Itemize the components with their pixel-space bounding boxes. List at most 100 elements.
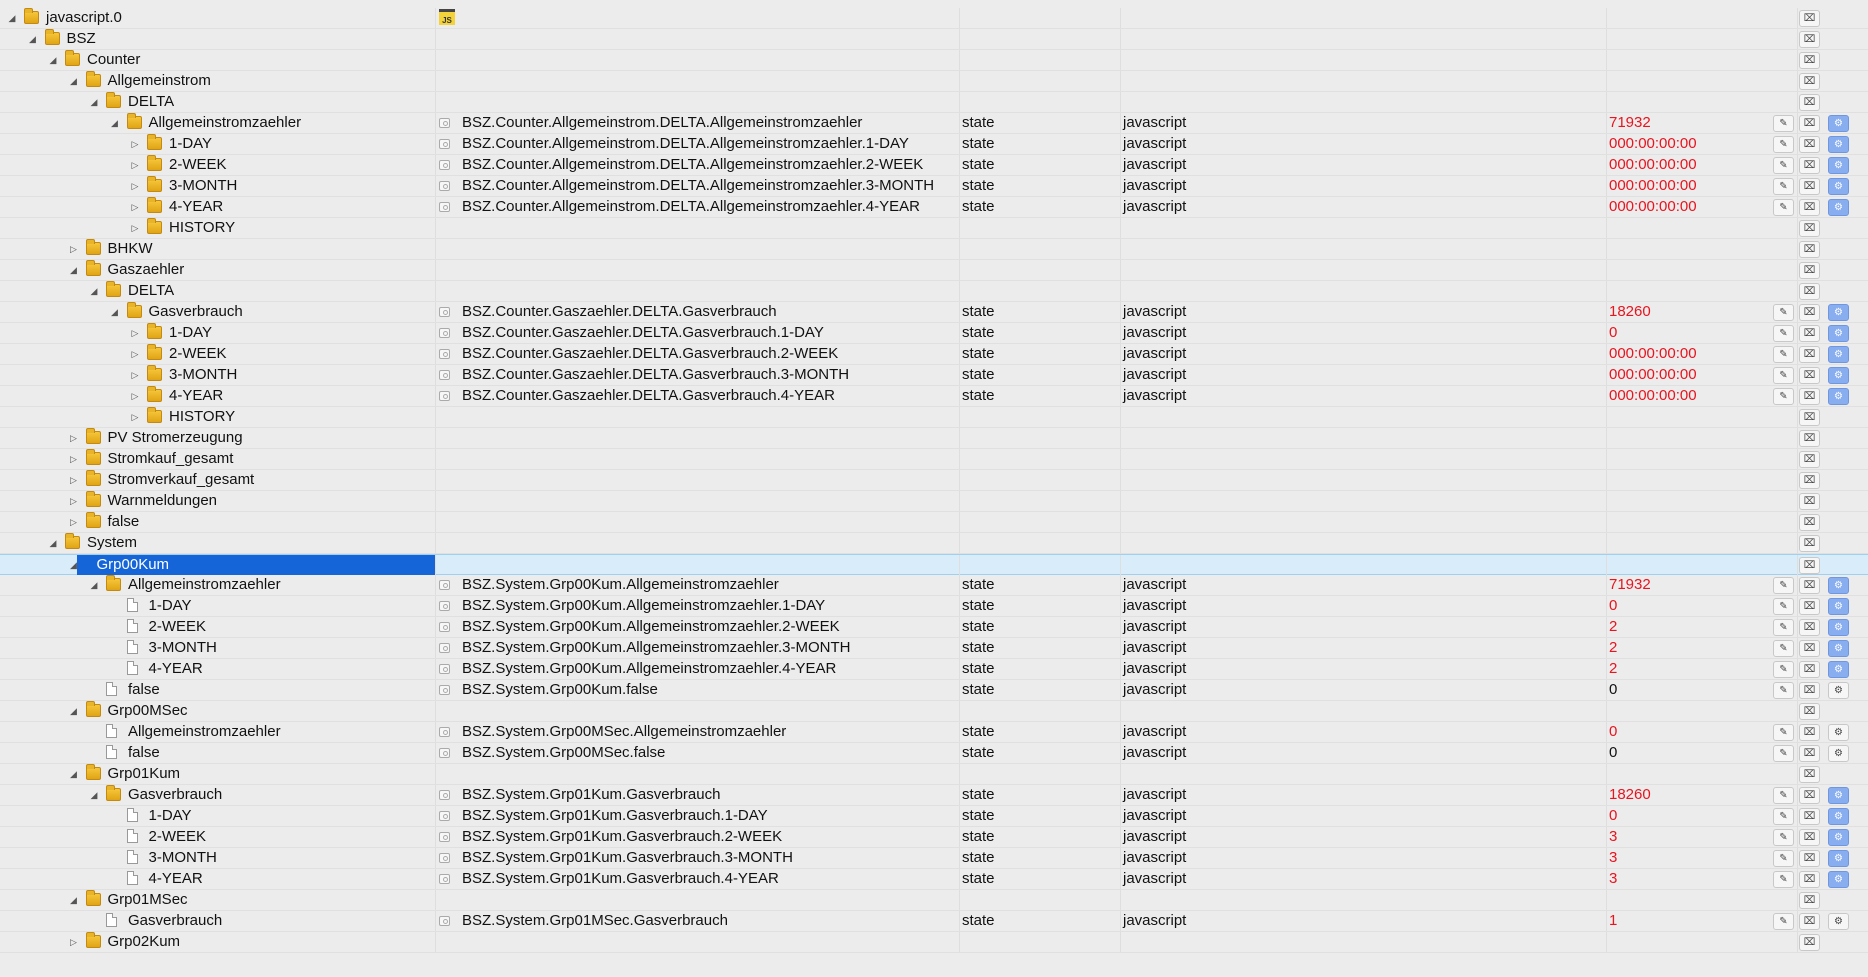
delete-button[interactable]: ⌧ <box>1799 472 1820 489</box>
state-row[interactable]: Allgemeinstromzaehler BSZ.System.Grp00MSe… <box>0 722 1868 743</box>
state-row[interactable]: ◢ Gasverbrauch BSZ.System.Grp01Kum.Gasverb… <box>0 785 1868 806</box>
folder-row[interactable]: ◢ DELTA ⌧ <box>0 92 1868 113</box>
tree-item-label[interactable]: 2-WEEK <box>169 155 227 175</box>
state-value[interactable]: 0 <box>1609 323 1617 343</box>
state-value[interactable]: 0 <box>1609 596 1617 616</box>
state-value[interactable]: 2 <box>1609 617 1617 637</box>
folder-row[interactable]: ▷ BHKW ⌧ <box>0 239 1868 260</box>
config-button[interactable]: ⚙ <box>1828 388 1849 405</box>
tree-item-label[interactable]: 2-WEEK <box>149 617 207 637</box>
folder-row[interactable]: ◢ BSZ ⌧ <box>0 29 1868 50</box>
state-row[interactable]: 2-WEEK BSZ.System.Grp01Kum.Gasverbrauch.2… <box>0 827 1868 848</box>
state-row[interactable]: ▷ 3-MONTH BSZ.Counter.Gaszaehler.DELTA.Gas… <box>0 365 1868 386</box>
collapse-toggle[interactable]: ◢ <box>47 533 59 553</box>
state-row[interactable]: 4-YEAR BSZ.System.Grp01Kum.Gasverbrauch.4… <box>0 869 1868 890</box>
state-row[interactable]: 2-WEEK BSZ.System.Grp00Kum.Allgemeinstrom… <box>0 617 1868 638</box>
tree-item-label[interactable]: HISTORY <box>169 218 235 238</box>
config-button[interactable]: ⚙ <box>1828 724 1849 741</box>
state-value[interactable]: 0 <box>1609 680 1617 700</box>
state-value[interactable]: 000:00:00:00 <box>1609 155 1697 175</box>
tree-item-label[interactable]: false <box>128 743 160 763</box>
state-value[interactable]: 0 <box>1609 743 1617 763</box>
delete-button[interactable]: ⌧ <box>1799 913 1820 930</box>
config-button[interactable]: ⚙ <box>1828 871 1849 888</box>
state-row[interactable]: 1-DAY BSZ.System.Grp01Kum.Gasverbrauch.1-… <box>0 806 1868 827</box>
delete-button[interactable]: ⌧ <box>1799 640 1820 657</box>
edit-button[interactable]: ✎ <box>1773 850 1794 867</box>
state-row[interactable]: ▷ 3-MONTH BSZ.Counter.Allgemeinstrom.DELTA… <box>0 176 1868 197</box>
tree-item-label[interactable]: Allgemeinstromzaehler <box>128 722 281 742</box>
tree-item-label[interactable]: Gaszaehler <box>108 260 185 280</box>
state-value[interactable]: 1 <box>1609 911 1617 931</box>
tree-item-label[interactable]: Grp01MSec <box>108 890 188 910</box>
collapse-toggle[interactable]: ◢ <box>68 764 80 784</box>
tree-item-label[interactable]: PV Stromerzeugung <box>108 428 243 448</box>
delete-button[interactable]: ⌧ <box>1799 73 1820 90</box>
delete-button[interactable]: ⌧ <box>1799 724 1820 741</box>
config-button[interactable]: ⚙ <box>1828 346 1849 363</box>
collapse-toggle[interactable]: ◢ <box>6 8 18 28</box>
tree-item-label[interactable]: false <box>128 680 160 700</box>
folder-row[interactable]: ▷ HISTORY ⌧ <box>0 407 1868 428</box>
tree-item-label[interactable]: 1-DAY <box>149 806 192 826</box>
edit-button[interactable]: ✎ <box>1773 199 1794 216</box>
tree-item-label[interactable]: Stromverkauf_gesamt <box>108 470 255 490</box>
tree-item-label[interactable]: 4-YEAR <box>169 197 223 217</box>
delete-button[interactable]: ⌧ <box>1799 661 1820 678</box>
delete-button[interactable]: ⌧ <box>1799 136 1820 153</box>
expand-toggle[interactable]: ▷ <box>129 323 141 343</box>
edit-button[interactable]: ✎ <box>1773 577 1794 594</box>
delete-button[interactable]: ⌧ <box>1799 304 1820 321</box>
expand-toggle[interactable]: ▷ <box>129 344 141 364</box>
expand-toggle[interactable]: ▷ <box>129 386 141 406</box>
tree-item-label[interactable]: Allgemeinstromzaehler <box>149 113 302 133</box>
expand-toggle[interactable]: ▷ <box>68 449 80 469</box>
delete-button[interactable]: ⌧ <box>1799 766 1820 783</box>
delete-button[interactable]: ⌧ <box>1799 787 1820 804</box>
edit-button[interactable]: ✎ <box>1773 661 1794 678</box>
config-button[interactable]: ⚙ <box>1828 850 1849 867</box>
delete-button[interactable]: ⌧ <box>1799 346 1820 363</box>
state-value[interactable]: 000:00:00:00 <box>1609 134 1697 154</box>
delete-button[interactable]: ⌧ <box>1799 94 1820 111</box>
delete-button[interactable]: ⌧ <box>1799 178 1820 195</box>
edit-button[interactable]: ✎ <box>1773 115 1794 132</box>
delete-button[interactable]: ⌧ <box>1799 514 1820 531</box>
state-value[interactable]: 000:00:00:00 <box>1609 365 1697 385</box>
state-value[interactable]: 3 <box>1609 848 1617 868</box>
state-value[interactable]: 000:00:00:00 <box>1609 344 1697 364</box>
delete-button[interactable]: ⌧ <box>1799 262 1820 279</box>
collapse-toggle[interactable]: ◢ <box>109 302 121 322</box>
delete-button[interactable]: ⌧ <box>1799 934 1820 951</box>
expand-toggle[interactable]: ▷ <box>68 932 80 952</box>
delete-button[interactable]: ⌧ <box>1799 808 1820 825</box>
config-button[interactable]: ⚙ <box>1828 913 1849 930</box>
delete-button[interactable]: ⌧ <box>1799 409 1820 426</box>
edit-button[interactable]: ✎ <box>1773 745 1794 762</box>
tree-item-label[interactable]: javascript.0 <box>46 8 122 28</box>
tree-item-label[interactable]: 1-DAY <box>149 596 192 616</box>
collapse-toggle[interactable]: ◢ <box>109 113 121 133</box>
tree-item-label[interactable]: 3-MONTH <box>169 176 237 196</box>
delete-button[interactable]: ⌧ <box>1799 493 1820 510</box>
collapse-toggle[interactable]: ◢ <box>88 785 100 805</box>
state-value[interactable]: 18260 <box>1609 785 1651 805</box>
config-button[interactable]: ⚙ <box>1828 304 1849 321</box>
edit-button[interactable]: ✎ <box>1773 808 1794 825</box>
config-button[interactable]: ⚙ <box>1828 136 1849 153</box>
expand-toggle[interactable]: ▷ <box>129 407 141 427</box>
edit-button[interactable]: ✎ <box>1773 598 1794 615</box>
tree-item-label[interactable]: 2-WEEK <box>169 344 227 364</box>
tree-item-label[interactable]: 2-WEEK <box>149 827 207 847</box>
collapse-toggle[interactable]: ◢ <box>88 575 100 595</box>
tree-item-label[interactable]: 4-YEAR <box>149 869 203 889</box>
edit-button[interactable]: ✎ <box>1773 787 1794 804</box>
delete-button[interactable]: ⌧ <box>1799 10 1820 27</box>
tree-item-label[interactable]: Gasverbrauch <box>128 911 222 931</box>
state-row[interactable]: Gasverbrauch BSZ.System.Grp01MSec.Gasverb… <box>0 911 1868 932</box>
delete-button[interactable]: ⌧ <box>1799 682 1820 699</box>
tree-item-label[interactable]: Stromkauf_gesamt <box>108 449 234 469</box>
folder-row[interactable]: ◢ Allgemeinstrom ⌧ <box>0 71 1868 92</box>
delete-button[interactable]: ⌧ <box>1799 598 1820 615</box>
edit-button[interactable]: ✎ <box>1773 157 1794 174</box>
